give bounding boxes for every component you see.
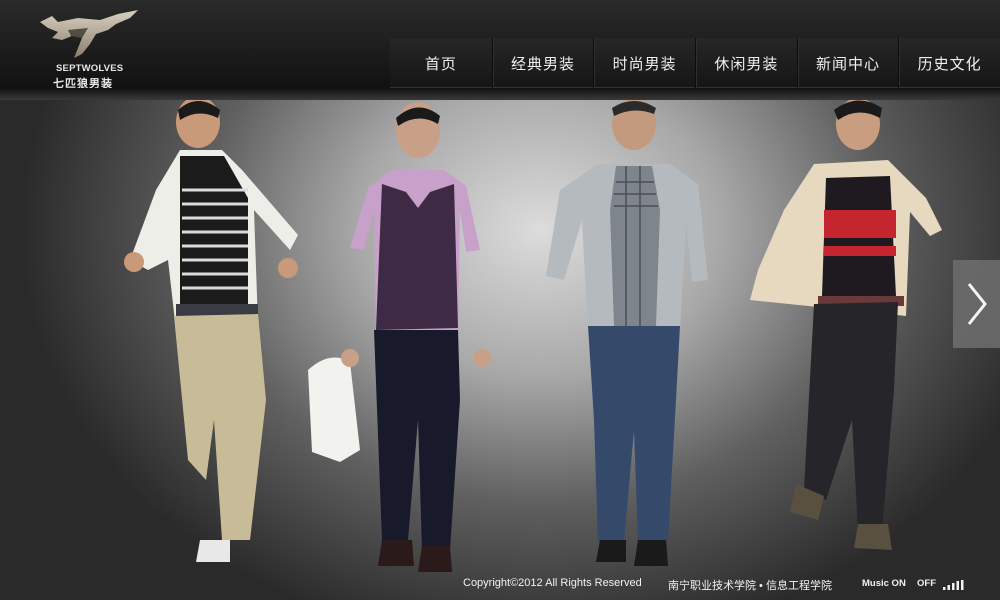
brand-name-en: SEPTWOLVES xyxy=(56,63,124,74)
banner-stage xyxy=(0,100,1000,600)
model-figure xyxy=(308,102,491,572)
nav-item-casual[interactable]: 休闲男装 xyxy=(695,38,797,88)
music-off-button[interactable]: OFF xyxy=(917,578,936,589)
model-figure xyxy=(124,100,298,562)
chevron-right-icon xyxy=(967,283,987,325)
nav-item-home[interactable]: 首页 xyxy=(390,38,492,88)
brand-logo[interactable]: SEPTWOLVES 七匹狼男装 xyxy=(34,8,154,90)
copyright-text: Copyright©2012 All Rights Reserved xyxy=(463,577,642,589)
nav-item-fashion[interactable]: 时尚男装 xyxy=(593,38,695,88)
next-slide-button[interactable] xyxy=(953,260,1000,348)
main-nav: 首页 经典男装 时尚男装 休闲男装 新闻中心 历史文化 xyxy=(390,38,1000,88)
music-on-button[interactable]: Music ON xyxy=(862,578,906,589)
nav-item-history[interactable]: 历史文化 xyxy=(898,38,1000,88)
equalizer-icon xyxy=(943,580,964,590)
header-divider xyxy=(0,88,1000,100)
model-figure xyxy=(546,100,708,566)
nav-item-news[interactable]: 新闻中心 xyxy=(796,38,899,88)
nav-item-classic[interactable]: 经典男装 xyxy=(491,38,594,88)
school-text: 南宁职业技术学院 • 信息工程学院 xyxy=(668,580,832,592)
site-header: SEPTWOLVES 七匹狼男装 首页 经典男装 时尚男装 休闲男装 新闻中心 … xyxy=(0,0,1000,100)
model-figure xyxy=(750,100,942,550)
wolf-logo-icon xyxy=(40,10,138,58)
